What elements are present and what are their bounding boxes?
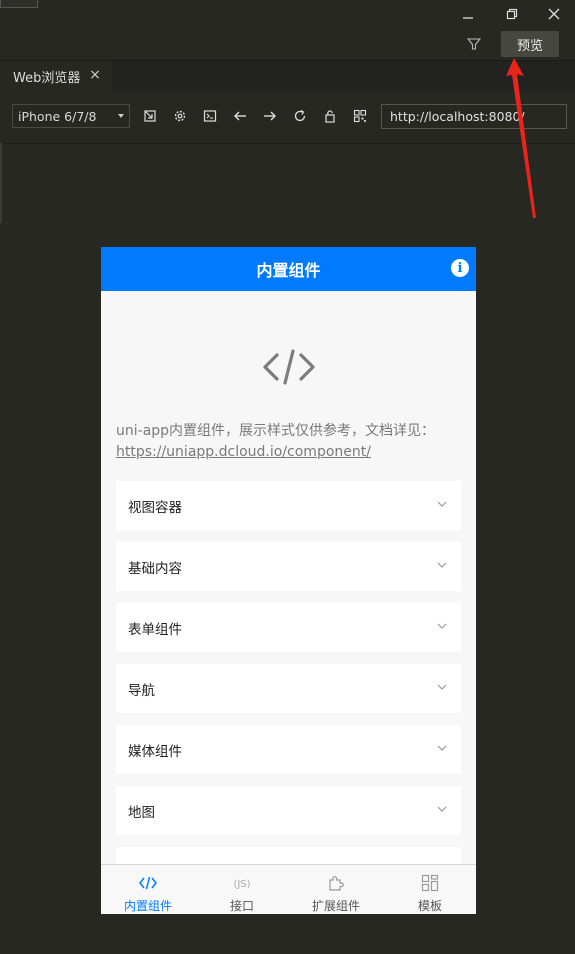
section-item[interactable]: 媒体组件 bbox=[116, 725, 461, 774]
device-select-value: iPhone 6/7/8 bbox=[18, 108, 97, 124]
svg-text:(JS): (JS) bbox=[233, 879, 250, 890]
rotate-screen-icon bbox=[144, 110, 156, 122]
back-button[interactable] bbox=[230, 106, 250, 126]
settings-button[interactable] bbox=[170, 106, 190, 126]
close-window-button[interactable] bbox=[542, 4, 566, 24]
puzzle-icon bbox=[329, 876, 344, 891]
left-edge-strip bbox=[0, 143, 2, 223]
forward-button[interactable] bbox=[260, 106, 280, 126]
terminal-icon bbox=[203, 110, 217, 122]
console-button[interactable] bbox=[200, 106, 220, 126]
tab-api[interactable]: (JS) 接口 bbox=[195, 865, 289, 914]
docs-link[interactable]: https://uniapp.dcloud.io/component/ bbox=[116, 444, 371, 460]
tab-label: 接口 bbox=[229, 899, 254, 913]
refresh-icon bbox=[294, 109, 306, 122]
address-bar[interactable]: http://localhost:8080/ bbox=[381, 104, 567, 129]
rotate-button[interactable] bbox=[140, 106, 160, 126]
restore-icon bbox=[506, 8, 518, 20]
tab-web-browser[interactable]: Web浏览器 × bbox=[0, 61, 112, 91]
tab-extended-components[interactable]: 扩展组件 bbox=[289, 865, 383, 914]
grid-icon bbox=[421, 874, 439, 892]
intro-description: uni-app内置组件，展示样式仅供参考，文档详见： bbox=[116, 423, 436, 439]
preview-button[interactable]: 预览 bbox=[501, 31, 559, 57]
gear-icon bbox=[174, 110, 186, 122]
js-icon: (JS) bbox=[233, 879, 250, 890]
section-label: 导航 bbox=[128, 682, 155, 699]
tab-label: 内置组件 bbox=[123, 899, 172, 913]
tab-label: 模板 bbox=[417, 899, 442, 913]
info-icon[interactable]: i bbox=[451, 259, 469, 277]
tab-templates[interactable]: 模板 bbox=[383, 865, 476, 914]
qrcode-button[interactable] bbox=[350, 106, 370, 126]
section-item[interactable]: 视图容器 bbox=[116, 481, 461, 530]
title-tab-stub[interactable] bbox=[0, 0, 38, 8]
chevron-down-icon bbox=[437, 806, 447, 812]
qrcode-icon bbox=[353, 109, 367, 123]
code-logo-icon bbox=[263, 349, 315, 385]
arrow-left-icon bbox=[234, 111, 246, 121]
minimize-button[interactable] bbox=[456, 4, 480, 24]
section-label: 媒体组件 bbox=[128, 743, 182, 760]
chevron-down-icon bbox=[437, 623, 447, 629]
page-title: 内置组件 bbox=[256, 261, 321, 280]
filter-button[interactable] bbox=[464, 34, 484, 54]
section-item[interactable]: 地图 bbox=[116, 786, 461, 835]
tab-builtin-components[interactable]: 内置组件 bbox=[101, 865, 195, 914]
section-item[interactable]: 基础内容 bbox=[116, 542, 461, 591]
chevron-down-icon bbox=[437, 745, 447, 751]
section-item[interactable]: 导航 bbox=[116, 664, 461, 713]
refresh-button[interactable] bbox=[290, 106, 310, 126]
minimize-icon bbox=[463, 17, 473, 19]
phone-viewport: 内置组件 i uni-app内置组件，展示样式仅供参考，文档详见： https:… bbox=[101, 247, 476, 914]
section-label: 基础内容 bbox=[128, 560, 182, 577]
address-bar-value: http://localhost:8080/ bbox=[390, 109, 525, 124]
top-toolbar bbox=[0, 28, 575, 61]
nav-bar: 内置组件 bbox=[101, 247, 476, 291]
device-select[interactable]: iPhone 6/7/8 bbox=[12, 104, 130, 128]
filter-icon bbox=[467, 38, 481, 50]
section-label: 地图 bbox=[128, 804, 155, 821]
dropdown-arrow-icon bbox=[118, 114, 124, 118]
lock-button[interactable] bbox=[320, 106, 340, 126]
section-item[interactable]: 表单组件 bbox=[116, 603, 461, 652]
chevron-down-icon bbox=[437, 501, 447, 507]
intro-text: uni-app内置组件，展示样式仅供参考，文档详见： https://uniap… bbox=[116, 421, 461, 463]
close-icon bbox=[548, 8, 560, 20]
bottom-tab-bar: 内置组件 (JS) 接口 扩展组件 模板 bbox=[101, 864, 476, 914]
lock-icon bbox=[325, 110, 335, 123]
tab-label: Web浏览器 bbox=[13, 70, 81, 86]
arrow-right-icon bbox=[264, 111, 276, 121]
restore-button[interactable] bbox=[500, 4, 524, 24]
tab-close-icon[interactable]: × bbox=[88, 68, 102, 82]
section-label: 视图容器 bbox=[128, 499, 182, 516]
tab-label: 扩展组件 bbox=[311, 899, 360, 913]
code-icon bbox=[139, 876, 157, 890]
chevron-down-icon bbox=[437, 562, 447, 568]
title-bar bbox=[0, 0, 575, 28]
chevron-down-icon bbox=[437, 684, 447, 690]
section-label: 表单组件 bbox=[128, 621, 182, 638]
